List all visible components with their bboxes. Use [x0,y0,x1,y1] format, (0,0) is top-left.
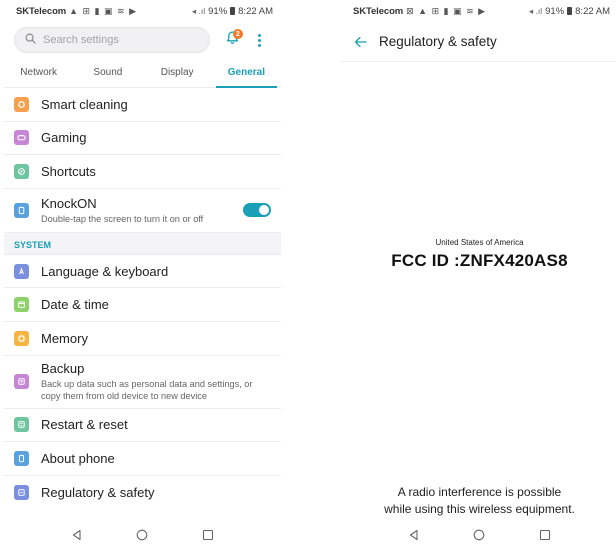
gamepad-icon [14,130,29,146]
home-nav-icon[interactable] [472,528,486,542]
item-title: Smart cleaning [41,96,128,112]
shortcuts-icon [14,163,29,179]
item-subtitle: Back up data such as personal data and s… [41,379,253,402]
settings-item-gaming[interactable]: Gaming [4,122,281,156]
fcc-id: FCC ID :ZNFX420AS8 [391,251,568,270]
settings-item-knockon[interactable]: KnockON Double-tap the screen to turn it… [4,189,281,233]
back-nav-icon[interactable] [70,528,84,542]
page-title: Regulatory & safety [379,34,497,49]
notice-line-2: while using this wireless equipment. [384,502,575,516]
calendar-icon [14,297,29,313]
notification-icons: ▲ ⊞ ▮ ▣ ≋ ▶ [69,5,138,16]
item-text: About phone [41,451,271,466]
settings-list: Smart cleaning Gaming Shortcuts KnockON … [4,88,281,509]
signal-icon: ◂ .ıl [191,5,206,16]
battery-level: 91% [545,5,565,17]
battery-icon [230,7,236,15]
back-nav-icon[interactable] [407,528,421,542]
tab-network[interactable]: Network [4,58,73,87]
back-arrow-icon[interactable] [353,35,367,49]
item-text: Date & time [41,297,271,312]
tab-display[interactable]: Display [143,58,212,87]
regulatory-icon [14,485,29,501]
item-text: Language & keyboard [41,264,271,279]
more-options-icon[interactable] [254,33,264,47]
reset-icon [14,417,29,433]
item-text: Gaming [41,130,271,145]
settings-item-smart-cleaning[interactable]: Smart cleaning [4,88,281,122]
fcc-info: United States of America FCC ID :ZNFX420… [341,238,616,271]
navigation-bar [341,521,616,549]
settings-item-date-time[interactable]: Date & time [4,288,281,322]
item-text: Shortcuts [41,164,271,179]
settings-item-about-phone[interactable]: About phone [4,442,281,476]
settings-item-language[interactable]: Language & keyboard [4,255,281,289]
interference-notice: A radio interference is possible while u… [341,484,616,518]
regulatory-screen: SKTelecom ⊠ ▲ ⊞ ▮ ▣ ≋ ▶ ◂ .ıl 91% 8:22 A… [341,0,616,549]
backup-icon [14,374,29,390]
section-header-system: SYSTEM [4,232,281,255]
country-label: United States of America [435,238,524,247]
clock: 8:22 AM [238,5,273,17]
settings-tabs: Network Sound Display General [4,58,281,88]
item-text: Memory [41,331,271,346]
item-text: Smart cleaning [41,97,271,112]
notification-icons: ⊠ ▲ ⊞ ▮ ▣ ≋ ▶ [406,5,487,16]
battery-level: 91% [208,5,228,17]
item-title: Language & keyboard [41,263,169,279]
navigation-bar [4,521,281,549]
search-bar[interactable] [14,27,210,53]
tab-sound[interactable]: Sound [73,58,142,87]
recents-nav-icon[interactable] [201,528,215,542]
item-title: KnockON [41,195,97,211]
item-text: Backup Back up data such as personal dat… [41,361,271,402]
knock-icon [14,202,29,218]
search-row: 2 [4,22,281,58]
signal-icon: ◂ .ıl [528,5,543,16]
item-title: Backup [41,361,85,377]
settings-item-shortcuts[interactable]: Shortcuts [4,155,281,189]
carrier-group: SKTelecom ▲ ⊞ ▮ ▣ ≋ ▶ [16,6,137,17]
item-text: Restart & reset [41,417,271,432]
status-bar: SKTelecom ⊠ ▲ ⊞ ▮ ▣ ≋ ▶ ◂ .ıl 91% 8:22 A… [341,0,616,22]
item-title: About phone [41,450,115,466]
info-icon [14,450,29,466]
item-subtitle: Double-tap the screen to turn it on or o… [41,213,204,224]
item-title: Memory [41,330,88,346]
settings-item-regulatory-safety[interactable]: Regulatory & safety [4,476,281,510]
memory-icon [14,330,29,346]
item-title: Gaming [41,130,87,146]
carrier-group: SKTelecom ⊠ ▲ ⊞ ▮ ▣ ≋ ▶ [353,6,486,17]
smart-cleaning-icon [14,96,29,112]
carrier-name: SKTelecom [353,5,404,17]
item-text: Regulatory & safety [41,485,271,500]
app-bar: Regulatory & safety [341,22,616,62]
search-icon [25,31,36,49]
settings-item-memory[interactable]: Memory [4,322,281,356]
carrier-name: SKTelecom [16,5,67,17]
search-input[interactable] [43,34,199,46]
item-title: Regulatory & safety [41,485,155,501]
notice-line-1: A radio interference is possible [397,485,562,499]
notification-button[interactable]: 2 [222,29,243,50]
item-title: Date & time [41,297,109,313]
item-text: KnockON Double-tap the screen to turn it… [41,196,243,225]
settings-screen: SKTelecom ▲ ⊞ ▮ ▣ ≋ ▶ ◂ .ıl 91% 8:22 AM … [4,0,281,549]
settings-item-restart-reset[interactable]: Restart & reset [4,409,281,443]
tab-general[interactable]: General [212,58,281,88]
home-nav-icon[interactable] [135,528,149,542]
status-right: ◂ .ıl 91% 8:22 AM [529,6,610,17]
clock: 8:22 AM [575,5,610,17]
recents-nav-icon[interactable] [538,528,552,542]
notification-badge: 2 [233,29,243,39]
battery-icon [567,7,573,15]
toggle-knob [259,205,269,216]
settings-item-backup[interactable]: Backup Back up data such as personal dat… [4,356,281,409]
status-bar: SKTelecom ▲ ⊞ ▮ ▣ ≋ ▶ ◂ .ıl 91% 8:22 AM [4,0,281,22]
status-right: ◂ .ıl 91% 8:22 AM [192,6,273,17]
knockon-toggle[interactable] [243,203,271,218]
item-title: Restart & reset [41,417,128,433]
item-title: Shortcuts [41,163,96,179]
language-icon [14,263,29,279]
